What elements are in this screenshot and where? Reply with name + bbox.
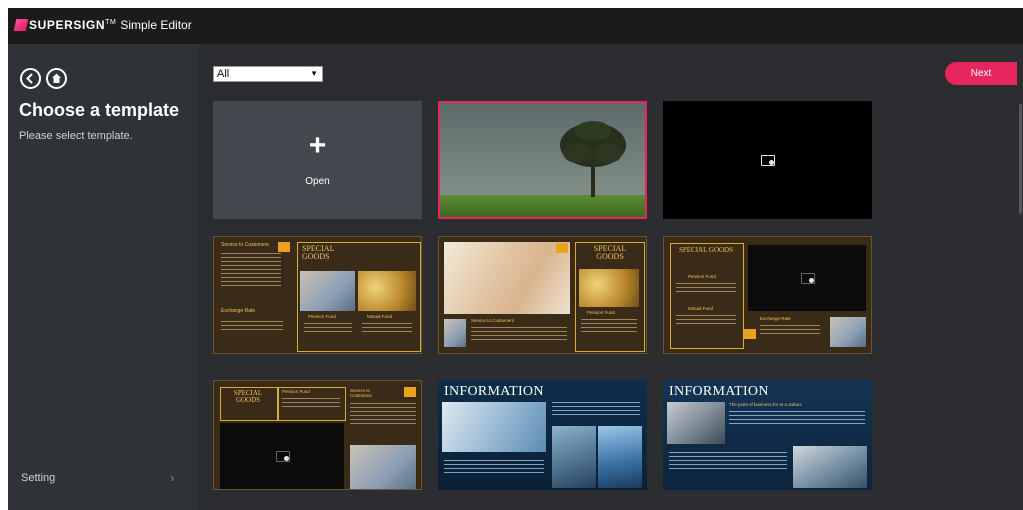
video-placeholder-box — [220, 423, 344, 489]
gold-coins-photo — [358, 271, 416, 311]
dropdown-arrow-icon: ▼ — [310, 69, 318, 78]
setting-label: Setting — [21, 472, 56, 484]
template-gallery: All ▼ Next + Open Service to Customers S… — [198, 44, 1023, 510]
pension-title: Pension Fund — [688, 274, 716, 279]
mutual-title: Mutual Fund — [367, 314, 393, 319]
info-heading: INFORMATION — [444, 384, 544, 399]
service-text-lines — [221, 253, 281, 289]
brand-trademark: TM — [105, 19, 117, 26]
back-button[interactable] — [20, 68, 41, 89]
coins-blue-photo — [830, 317, 866, 347]
service-text-lines — [350, 403, 416, 427]
info-body-lines — [669, 452, 787, 472]
badge-tag — [744, 329, 756, 339]
template-tile-info-a[interactable]: INFORMATION — [438, 380, 647, 490]
badge-tag — [556, 243, 568, 253]
template-tile-finance-c[interactable]: SPECIAL GOODS Pension Fund Mutual Fund E… — [663, 236, 872, 354]
goods-frame — [670, 243, 744, 349]
family-photo — [444, 242, 570, 314]
service-title: Service to Customers — [221, 242, 269, 248]
mutual-text-lines — [362, 323, 412, 335]
pension-title: Pension Fund — [282, 389, 310, 394]
tree-landscape-image — [440, 103, 645, 217]
pension-title: Pension Fund — [587, 310, 615, 315]
pension-text-lines — [676, 283, 736, 295]
people-photo — [552, 426, 596, 488]
mutual-title: Mutual Fund — [688, 306, 714, 311]
service-title: Service to Customers — [350, 388, 372, 398]
exchange-title: Exchange Rate — [760, 316, 791, 321]
app-brand: SUPERSIGNTM Simple Editor — [29, 18, 192, 32]
goods-title: SPECIAL GOODS — [679, 246, 733, 254]
home-icon — [52, 73, 61, 83]
info-text-lines — [552, 402, 640, 418]
template-tile-info-b[interactable]: INFORMATION The point of business for to… — [663, 380, 872, 490]
template-tile-finance-b[interactable]: SPECIAL GOODS Pension Fund Service to Cu… — [438, 236, 647, 354]
workers-photo — [667, 402, 725, 444]
mutual-text-lines — [676, 315, 736, 327]
service-text-lines — [471, 327, 567, 343]
app-window: SUPERSIGNTM Simple Editor Choose a templ… — [8, 8, 1023, 510]
coins-blue-photo — [350, 445, 416, 489]
badge-tag — [404, 387, 416, 397]
building-photo — [598, 426, 642, 488]
page-subtitle: Please select template. — [19, 130, 133, 142]
service-title: Service to Customers — [471, 318, 515, 323]
open-template-tile[interactable]: + Open — [213, 101, 422, 219]
pension-text-lines — [581, 319, 637, 335]
info-subheading: The point of business for to a Joburs — [729, 402, 802, 407]
back-arrow-icon — [26, 73, 33, 84]
coins-blue-photo — [300, 271, 355, 311]
goods-title: SPECIAL GOODS — [593, 244, 627, 262]
pension-text-lines — [304, 323, 352, 335]
goods-title: SPECIAL GOODS — [302, 244, 335, 262]
template-tile-blank-video[interactable] — [663, 101, 872, 219]
sidebar: Choose a template Please select template… — [8, 44, 198, 510]
info-text-lines — [729, 411, 865, 427]
exchange-title: Exchange Rate — [221, 308, 256, 314]
filter-value: All — [217, 68, 230, 80]
video-placeholder-icon — [761, 155, 775, 166]
supersign-logo-icon — [13, 19, 29, 31]
template-tile-finance-d[interactable]: SPECIAL GOODS Pension Fund Service to Cu… — [213, 380, 422, 490]
gold-coins-photo — [579, 269, 639, 307]
exchange-text-lines — [221, 321, 283, 333]
pension-text-lines — [282, 398, 340, 410]
template-tile-tree[interactable] — [438, 101, 647, 219]
template-tile-finance-a[interactable]: Service to Customers SPECIAL GOODS Pensi… — [213, 236, 422, 354]
pension-title: Pension Fund — [308, 314, 336, 319]
video-placeholder-icon — [801, 273, 815, 284]
title-bar: SUPERSIGNTM Simple Editor — [8, 8, 1023, 44]
team-photo — [793, 446, 867, 488]
next-button[interactable]: Next — [945, 62, 1017, 85]
goods-title: SPECIAL GOODS — [233, 389, 263, 405]
video-placeholder-box — [748, 245, 866, 311]
coins-blue-photo — [444, 319, 466, 347]
handshake-photo — [442, 402, 546, 452]
setting-menu-item[interactable]: Setting › — [8, 468, 186, 488]
category-filter-select[interactable]: All ▼ — [213, 66, 323, 82]
open-label: Open — [305, 176, 330, 187]
badge-tag — [278, 242, 290, 252]
page-title: Choose a template — [19, 100, 180, 120]
info-body-lines — [444, 460, 544, 476]
video-placeholder-icon — [276, 451, 290, 462]
scrollbar-thumb[interactable] — [1019, 104, 1022, 214]
plus-icon: + — [308, 129, 327, 162]
brand-name: SUPERSIGN — [29, 18, 106, 32]
info-heading: INFORMATION — [669, 384, 769, 399]
exchange-text-lines — [760, 325, 820, 337]
chevron-right-icon: › — [170, 470, 175, 485]
home-button[interactable] — [46, 68, 67, 89]
app-subtitle: Simple Editor — [120, 18, 192, 32]
